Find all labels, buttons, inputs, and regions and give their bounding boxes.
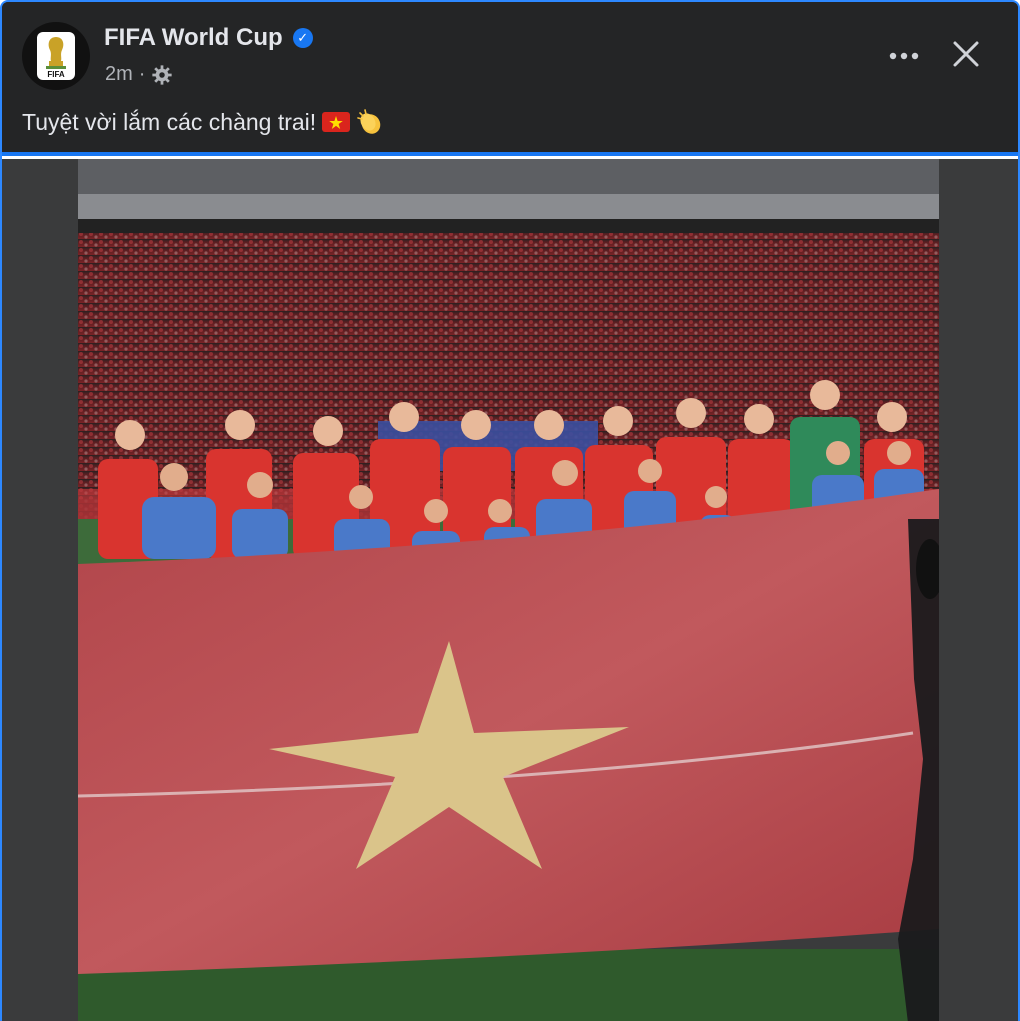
post-meta: 2m · <box>105 63 173 86</box>
post-caption: Tuyệt vời lắm các chàng trai! <box>22 108 384 136</box>
post-media <box>2 159 1018 1021</box>
close-button[interactable] <box>946 34 986 74</box>
page-name-text[interactable]: FIFA World Cup <box>104 24 283 52</box>
gear-icon[interactable] <box>151 64 173 86</box>
fifa-trophy-logo: FIFA <box>37 32 75 80</box>
page-name[interactable]: FIFA World Cup ✓ <box>104 24 313 52</box>
post-dialog: FIFA FIFA World Cup ✓ 2m · Tuyệt vời lắm… <box>0 0 1020 1021</box>
post-photo[interactable] <box>78 159 939 1021</box>
vietnam-flag-emoji <box>322 112 351 132</box>
verified-badge-icon: ✓ <box>292 28 313 48</box>
clapping-hands-emoji <box>357 109 381 134</box>
more-options-button[interactable] <box>886 38 922 74</box>
meta-separator: · <box>138 63 146 85</box>
close-icon <box>953 41 979 67</box>
caption-text: Tuyệt vời lắm các chàng trai! <box>22 108 317 135</box>
page-avatar[interactable]: FIFA <box>22 22 90 90</box>
post-header: FIFA FIFA World Cup ✓ 2m · Tuyệt vời lắm… <box>2 2 1018 152</box>
vietnam-flag-banner <box>78 489 939 974</box>
avatar-logo-text: FIFA <box>47 70 65 79</box>
more-horizontal-icon <box>889 52 919 60</box>
post-timestamp[interactable]: 2m <box>105 63 133 86</box>
